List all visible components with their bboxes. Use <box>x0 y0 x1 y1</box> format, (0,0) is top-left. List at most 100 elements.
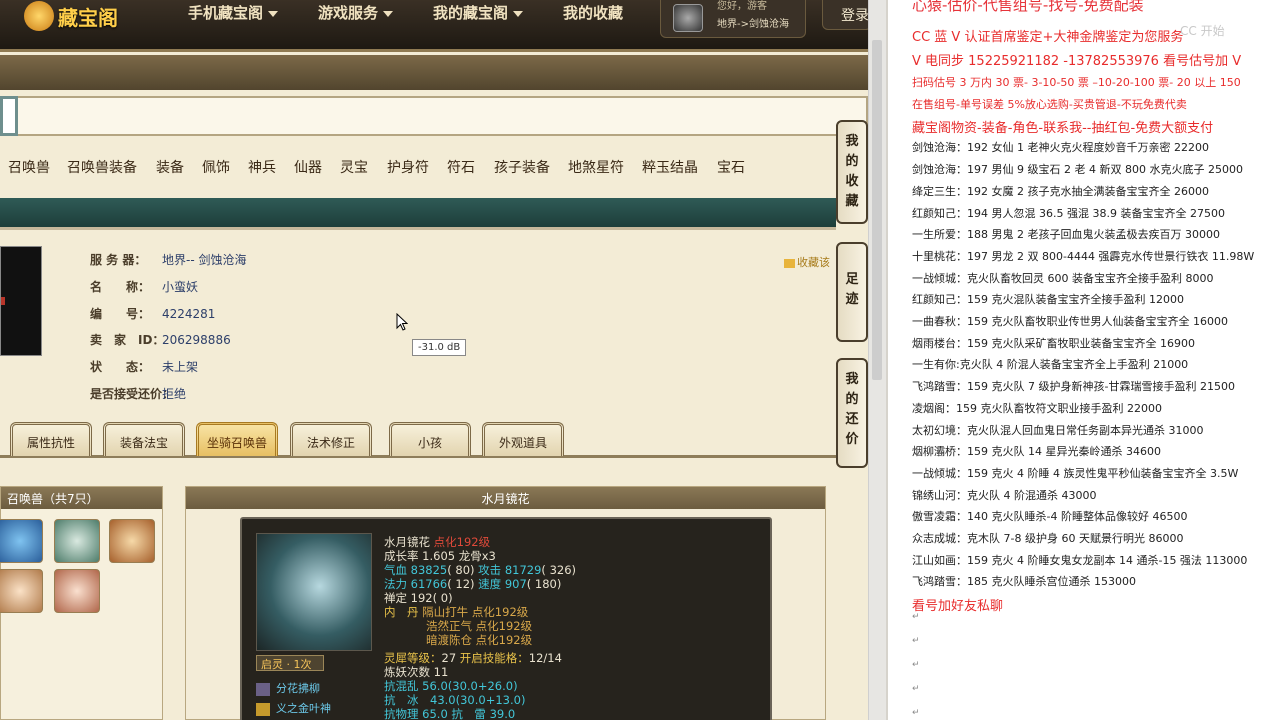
skill-icon <box>256 682 270 696</box>
pet-name-line: 水月镜花 点化192级 <box>384 535 490 549</box>
nav-my-favorites[interactable]: 我的收藏 <box>563 2 623 23</box>
logo[interactable]: 藏宝阁 <box>24 0 118 32</box>
info-value: 未上架 <box>162 360 199 374</box>
info-row-id: 编 号： 4224281 <box>90 305 215 322</box>
game-shop-page: 藏宝阁 手机藏宝阁 游戏服务 我的藏宝阁 我的收藏 您好，游客 地界->剑蚀沧海… <box>0 0 872 720</box>
scrollbar[interactable] <box>868 0 886 720</box>
neidan-line-1: 内 丹 隔山打牛 点化192级 <box>384 605 528 619</box>
return-mark-icon: ↵ <box>912 708 920 718</box>
nav-my-favorites-label: 我的收藏 <box>563 4 624 22</box>
login-button[interactable]: 登录 <box>822 0 872 30</box>
note-line: 飞鸿踏雪：185 克火队睡杀宫位通杀 153000 <box>912 575 1136 589</box>
category-11[interactable]: 地煞星符 <box>568 157 624 177</box>
note-line: 锦绣山河：克火队 4 阶混通杀 43000 <box>912 488 1097 502</box>
category-8[interactable]: 护身符 <box>387 157 429 177</box>
info-row-seller: 卖 家 ID：206298886 <box>90 331 231 348</box>
stat-extra: ( 12) <box>447 577 475 591</box>
tab-2[interactable]: 装备法宝 <box>103 422 185 456</box>
tab-4[interactable]: 法术修正 <box>290 422 372 456</box>
note-line: 红颜知己：159 克火混队装备宝宝齐全接手盈利 12000 <box>912 293 1184 307</box>
pet-icon[interactable] <box>109 519 155 563</box>
watermark: CC 开始 <box>1180 24 1225 38</box>
category-13[interactable]: 宝石 <box>717 157 745 177</box>
note-line: 一战倾城：克火队畜牧回灵 600 装备宝宝齐全接手盈利 8000 <box>912 271 1214 285</box>
side-tab-label: 我的收藏 <box>845 134 859 209</box>
return-mark-icon: ↵ <box>912 612 920 622</box>
nav-my-cbg[interactable]: 我的藏宝阁 <box>433 2 524 23</box>
pet-icon[interactable] <box>54 569 100 613</box>
note-line: 凌烟阁：159 克火队畜牧符文职业接手盈利 22000 <box>912 401 1162 415</box>
category-12[interactable]: 粹玉结晶 <box>642 157 698 177</box>
lingxi-line: 灵犀等级：27 开启技能格：12/14 <box>384 651 562 665</box>
note-line: 在售组号-单号误差 5%放心选购-买贵管退-不玩免费代卖 <box>912 97 1187 111</box>
note-line: 飞鸿踏雪：159 克火队 7 级护身新神孩-甘霖瑞雪接手盈利 21500 <box>912 380 1235 394</box>
category-4[interactable]: 佩饰 <box>202 157 230 177</box>
stat-label: 攻击 <box>478 563 502 577</box>
user-box: 您好，游客 地界->剑蚀沧海 <box>660 0 806 38</box>
skill-name: 义之金叶神 <box>276 702 331 715</box>
notes-title: 心猿-估价-代售组号-找号-免费配装 <box>912 0 1144 14</box>
note-line: 一生有你:克火队 4 阶混人装备宝宝齐全上手盈利 21000 <box>912 358 1189 372</box>
neidan-line-2: 浩然正气 点化192级 <box>384 619 532 633</box>
volume-tooltip: -31.0 dB <box>412 339 467 356</box>
pet-list-panel: 召唤兽（共7只） <box>0 486 163 720</box>
side-tab-favorites[interactable]: 我的收藏 <box>836 120 868 224</box>
tab-1[interactable]: 属性抗性 <box>10 422 92 456</box>
return-mark-icon: ↵ <box>912 684 920 694</box>
stat-label: 气血 <box>384 563 407 577</box>
skill-item[interactable]: 义之金叶神 <box>256 700 331 716</box>
kanghun-line: 抗混乱 56.0(30.0+26.0) <box>384 679 518 693</box>
favorite-icon <box>784 258 795 268</box>
pet-icon[interactable] <box>54 519 100 563</box>
note-line: 江山如画：159 克火 4 阶睡女鬼女龙副本 14 通杀-15 强法 11300… <box>912 553 1248 567</box>
nav-my-cbg-label: 我的藏宝阁 <box>433 4 509 22</box>
category-7[interactable]: 灵宝 <box>340 157 368 177</box>
pet-card: 启灵 · 1次 分花拂柳 义之金叶神 水月镜花 点化192级 成长率 1.605… <box>240 517 772 720</box>
image-fragment <box>1 297 5 305</box>
kangbing-line: 抗 冰 43.0(30.0+13.0) <box>384 693 526 707</box>
nav-mobile[interactable]: 手机藏宝阁 <box>188 2 279 23</box>
info-row-server: 服 务 器： 地界-- 剑蚀沧海 <box>90 251 246 268</box>
tab-3[interactable]: 坐骑召唤兽 <box>196 422 278 456</box>
note-line: CC 蓝 V 认证首席鉴定+大神金牌鉴定为您服务 <box>912 30 1184 45</box>
stat-value: 81729 <box>504 563 542 577</box>
pet-icon[interactable] <box>0 519 43 563</box>
favorite-label: 收藏该 <box>797 256 830 269</box>
note-line: 看号加好友私聊 <box>912 599 1004 615</box>
pet-detail-header: 水月镜花 <box>186 487 825 509</box>
chevron-down-icon <box>268 10 279 17</box>
chanding-line: 禅定 192( 0) <box>384 591 453 605</box>
favorite-link[interactable]: 收藏该 <box>784 254 830 270</box>
search-bar[interactable] <box>0 96 868 136</box>
user-server[interactable]: 地界->剑蚀沧海 <box>717 15 789 30</box>
tab-6[interactable]: 外观道具 <box>482 422 564 456</box>
hp-atk-line: 气血 83825( 80) 攻击 81729( 326) <box>384 563 576 577</box>
user-greeting: 您好，游客 <box>717 1 767 12</box>
category-5[interactable]: 神兵 <box>248 157 276 177</box>
qiling-badge: 启灵 · 1次 <box>256 655 324 671</box>
category-1[interactable]: 召唤兽 <box>8 157 50 177</box>
search-input[interactable] <box>0 96 18 136</box>
category-6[interactable]: 仙器 <box>294 157 322 177</box>
mp-speed-line: 法力 61766( 12) 速度 907( 180) <box>384 577 561 591</box>
scrollbar-thumb[interactable] <box>872 40 882 380</box>
tab-5[interactable]: 小孩 <box>389 422 471 456</box>
stat-value: 83825 <box>410 563 448 577</box>
side-tab-label: 我的还价 <box>845 372 859 447</box>
info-value: 4224281 <box>162 307 216 321</box>
side-tab-bargain[interactable]: 我的还价 <box>836 358 868 468</box>
neidan-name: 隔山打牛 <box>422 605 469 619</box>
nav-mobile-label: 手机藏宝阁 <box>188 4 264 22</box>
chevron-down-icon <box>513 10 524 17</box>
category-9[interactable]: 符石 <box>447 157 475 177</box>
note-line: 扫码估号 3 万内 30 票- 3-10-50 票 –10-20-100 票- … <box>912 76 1241 89</box>
nav-game-service[interactable]: 游戏服务 <box>318 2 394 23</box>
skill-item[interactable]: 分花拂柳 <box>256 680 320 696</box>
neidan-label: 内 丹 <box>384 605 419 619</box>
category-2[interactable]: 召唤兽装备 <box>67 157 137 177</box>
pet-icon[interactable] <box>0 569 43 613</box>
side-tab-footprint[interactable]: 足迹 <box>836 242 868 342</box>
note-line: 烟柳灞桥：159 克火队 14 星异光秦岭通杀 34600 <box>912 445 1161 459</box>
category-10[interactable]: 孩子装备 <box>494 157 550 177</box>
category-3[interactable]: 装备 <box>156 157 184 177</box>
